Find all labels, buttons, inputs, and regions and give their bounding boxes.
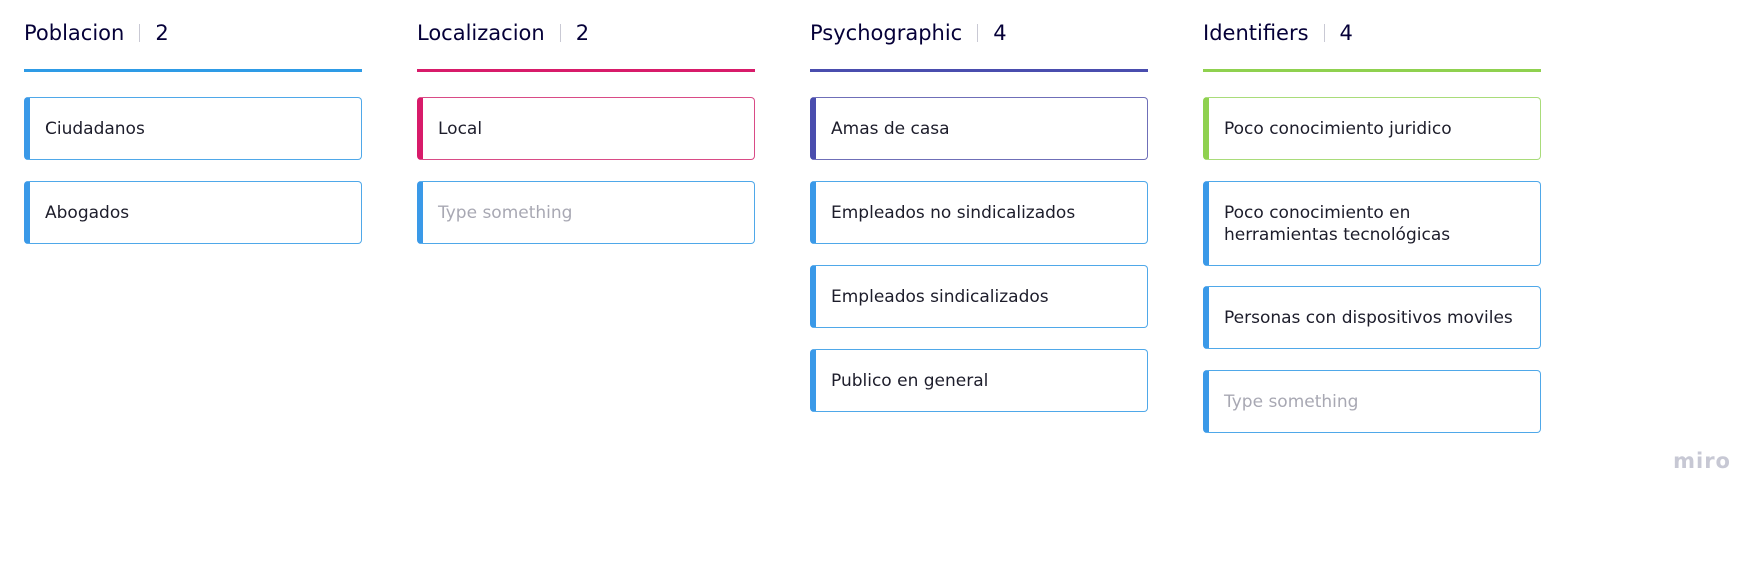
column-title: Psychographic [810, 21, 963, 45]
column-color-rule [417, 69, 755, 72]
card-placeholder[interactable]: Type something [1203, 370, 1541, 433]
card-text: Ciudadanos [45, 118, 145, 139]
column-color-rule [24, 69, 362, 72]
card-text: Poco conocimiento en herramientas tecnol… [1224, 202, 1451, 245]
card-placeholder-text: Type something [1224, 391, 1359, 412]
card[interactable]: Publico en general [810, 349, 1148, 412]
column-count: 4 [1339, 21, 1353, 45]
kanban-board: Poblacion 2 Ciudadanos Abogados Localiza… [0, 0, 1759, 568]
card[interactable]: Abogados [24, 181, 362, 244]
card[interactable]: Empleados sindicalizados [810, 265, 1148, 328]
column-header[interactable]: Localizacion 2 [417, 18, 589, 48]
column-header[interactable]: Poblacion 2 [24, 18, 169, 48]
column-count: 2 [575, 21, 590, 45]
card[interactable]: Poco conocimiento juridico [1203, 97, 1541, 160]
header-divider [977, 24, 979, 42]
card-placeholder[interactable]: Type something [417, 181, 755, 244]
column-color-rule [1203, 69, 1541, 72]
card-text: Amas de casa [831, 118, 950, 139]
header-divider [1323, 24, 1325, 42]
column-count: 4 [993, 21, 1007, 45]
card-text: Personas con dispositivos moviles [1224, 307, 1513, 328]
card-text: Abogados [45, 202, 130, 223]
card-text: Publico en general [831, 370, 989, 391]
column-count: 2 [155, 21, 169, 45]
column-header[interactable]: Psychographic 4 [810, 18, 1007, 48]
miro-watermark: miro [1673, 449, 1731, 473]
card[interactable]: Ciudadanos [24, 97, 362, 160]
column-title: Poblacion [24, 21, 125, 45]
column-title: Localizacion [417, 21, 545, 45]
column-title: Identifiers [1203, 21, 1309, 45]
card[interactable]: Empleados no sindicalizados [810, 181, 1148, 244]
card-text: Empleados sindicalizados [831, 286, 1049, 307]
column-color-rule [810, 69, 1148, 72]
card-placeholder-text: Type something [438, 202, 573, 223]
column-header[interactable]: Identifiers 4 [1203, 18, 1353, 48]
header-divider [559, 24, 561, 42]
header-divider [139, 24, 141, 42]
card[interactable]: Amas de casa [810, 97, 1148, 160]
card-text: Empleados no sindicalizados [831, 202, 1076, 223]
card-text: Local [438, 118, 483, 139]
card[interactable]: Personas con dispositivos moviles [1203, 286, 1541, 349]
card-text: Poco conocimiento juridico [1224, 118, 1452, 139]
card[interactable]: Local [417, 97, 755, 160]
card[interactable]: Poco conocimiento en herramientas tecnol… [1203, 181, 1541, 266]
